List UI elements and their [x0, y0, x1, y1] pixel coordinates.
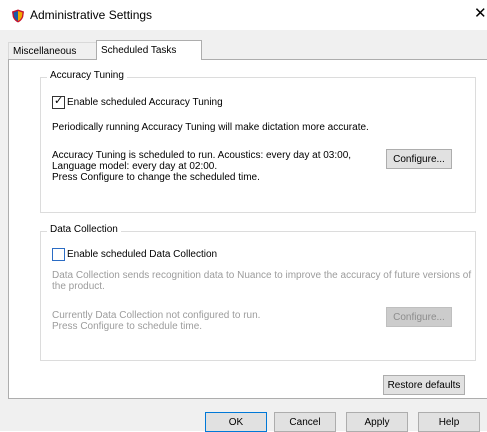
- enable-data-collection-label[interactable]: Enable scheduled Data Collection: [67, 249, 217, 260]
- ok-button[interactable]: OK: [205, 412, 267, 432]
- data-collection-group: Data Collection Enable scheduled Data Co…: [40, 224, 476, 361]
- data-collection-configure-button[interactable]: Configure...: [386, 307, 452, 327]
- data-collection-description-line-1: Data Collection sends recognition data t…: [52, 270, 472, 281]
- checkmark-icon: ✓: [54, 95, 64, 107]
- accuracy-schedule-line-2: Language model: every day at 02:00.: [52, 161, 218, 172]
- accuracy-schedule-line-3: Press Configure to change the scheduled …: [52, 172, 260, 183]
- accuracy-configure-button[interactable]: Configure...: [386, 149, 452, 169]
- accuracy-tuning-group-title: Accuracy Tuning: [47, 70, 127, 81]
- cancel-button[interactable]: Cancel: [274, 412, 336, 432]
- accuracy-tuning-description: Periodically running Accuracy Tuning wil…: [52, 122, 369, 133]
- data-collection-status-line-2: Press Configure to schedule time.: [52, 321, 203, 332]
- accuracy-schedule-line-1: Accuracy Tuning is scheduled to run. Aco…: [52, 150, 352, 161]
- data-collection-description-line-2: the product.: [52, 281, 105, 292]
- restore-defaults-button[interactable]: Restore defaults: [383, 375, 465, 395]
- enable-accuracy-tuning-checkbox[interactable]: ✓: [52, 95, 65, 109]
- window-title: Administrative Settings: [30, 8, 153, 22]
- help-button[interactable]: Help: [418, 412, 480, 432]
- enable-accuracy-tuning-label[interactable]: Enable scheduled Accuracy Tuning: [67, 97, 223, 108]
- accuracy-tuning-group: Accuracy Tuning ✓ Enable scheduled Accur…: [40, 70, 476, 213]
- tab-scheduled-tasks[interactable]: Scheduled Tasks: [96, 40, 202, 60]
- app-shield-icon: [11, 9, 25, 23]
- scheduled-tasks-panel: Accuracy Tuning ✓ Enable scheduled Accur…: [8, 59, 487, 399]
- tab-miscellaneous[interactable]: Miscellaneous: [8, 42, 104, 60]
- close-icon[interactable]: ✕: [474, 6, 487, 22]
- title-bar: Administrative Settings ✕: [0, 0, 487, 30]
- apply-button[interactable]: Apply: [346, 412, 408, 432]
- enable-data-collection-checkbox[interactable]: [52, 248, 65, 261]
- data-collection-group-title: Data Collection: [47, 224, 121, 235]
- data-collection-status-line-1: Currently Data Collection not configured…: [52, 310, 261, 321]
